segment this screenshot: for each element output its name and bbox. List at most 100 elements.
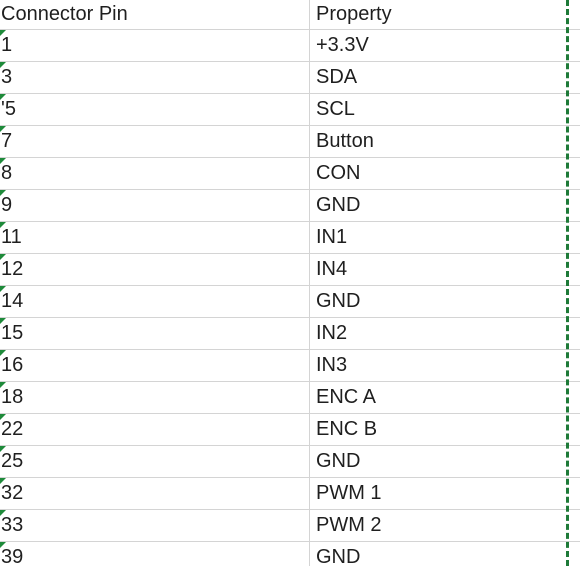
cell-connector-pin[interactable]: 12 [0, 254, 310, 285]
number-as-text-error-indicator[interactable] [0, 318, 6, 324]
empty-cell[interactable] [568, 158, 580, 189]
empty-cell[interactable] [568, 318, 580, 349]
number-as-text-error-indicator[interactable] [0, 254, 6, 260]
empty-cell[interactable] [568, 0, 580, 29]
number-as-text-error-indicator[interactable] [0, 62, 6, 68]
cell-text: 11 [1, 226, 22, 248]
table-row: 22 ENC B [0, 414, 580, 446]
number-as-text-error-indicator[interactable] [0, 158, 6, 164]
table-row: 12 IN4 [0, 254, 580, 286]
cell-property[interactable]: GND [310, 286, 568, 317]
table-row: 8 CON [0, 158, 580, 190]
table-row: 14 GND [0, 286, 580, 318]
empty-cell[interactable] [568, 542, 580, 566]
cell-text: 16 [1, 354, 24, 376]
header-cell-property[interactable]: Property [310, 0, 568, 29]
empty-cell[interactable] [568, 446, 580, 477]
cell-property[interactable]: PWM 1 [310, 478, 568, 509]
empty-cell[interactable] [568, 190, 580, 221]
number-as-text-error-indicator[interactable] [0, 126, 6, 132]
cell-property[interactable]: GND [310, 542, 568, 566]
number-as-text-error-indicator[interactable] [0, 542, 6, 548]
cell-connector-pin[interactable]: 14 [0, 286, 310, 317]
cell-property[interactable]: ENC B [310, 414, 568, 445]
cell-text: 15 [1, 322, 24, 344]
cell-text: 25 [1, 450, 24, 472]
number-as-text-error-indicator[interactable] [0, 414, 6, 420]
number-as-text-error-indicator[interactable] [0, 190, 6, 196]
cell-text: 1 [1, 34, 13, 56]
table-row: 11 IN1 [0, 222, 580, 254]
empty-cell[interactable] [568, 350, 580, 381]
empty-cell[interactable] [568, 510, 580, 541]
cell-connector-pin[interactable]: 16 [0, 350, 310, 381]
table-row: 7 Button [0, 126, 580, 158]
cell-connector-pin[interactable]: 22 [0, 414, 310, 445]
cell-property[interactable]: PWM 2 [310, 510, 568, 541]
number-as-text-error-indicator[interactable] [0, 382, 6, 388]
cell-connector-pin[interactable]: 8 [0, 158, 310, 189]
cell-connector-pin[interactable]: 32 [0, 478, 310, 509]
cell-property[interactable]: ENC A [310, 382, 568, 413]
cell-property[interactable]: IN4 [310, 254, 568, 285]
cell-property[interactable]: SCL [310, 94, 568, 125]
empty-cell[interactable] [568, 222, 580, 253]
empty-cell[interactable] [568, 286, 580, 317]
empty-cell[interactable] [568, 414, 580, 445]
empty-cell[interactable] [568, 478, 580, 509]
table-row: 9 GND [0, 190, 580, 222]
cell-connector-pin[interactable]: 7 [0, 126, 310, 157]
cell-text: 39 [1, 546, 24, 566]
cell-property[interactable]: SDA [310, 62, 568, 93]
table-row: 15 IN2 [0, 318, 580, 350]
table-row: 39 GND [0, 542, 580, 566]
empty-cell[interactable] [568, 94, 580, 125]
cell-property[interactable]: IN1 [310, 222, 568, 253]
cell-text: 22 [1, 418, 24, 440]
number-as-text-error-indicator[interactable] [0, 94, 6, 100]
table-row: 25 GND [0, 446, 580, 478]
cell-connector-pin[interactable]: 39 [0, 542, 310, 566]
cell-connector-pin[interactable]: 9 [0, 190, 310, 221]
table-row: 3 SDA [0, 62, 580, 94]
number-as-text-error-indicator[interactable] [0, 30, 6, 36]
empty-cell[interactable] [568, 382, 580, 413]
cell-text: 14 [1, 290, 24, 312]
cell-text: 7 [1, 130, 13, 152]
cell-connector-pin[interactable]: '5 [0, 94, 310, 125]
cell-property[interactable]: IN3 [310, 350, 568, 381]
cell-property[interactable]: GND [310, 446, 568, 477]
cell-property[interactable]: CON [310, 158, 568, 189]
cell-connector-pin[interactable]: 3 [0, 62, 310, 93]
cell-text: 8 [1, 162, 13, 184]
cell-property[interactable]: +3.3V [310, 30, 568, 61]
number-as-text-error-indicator[interactable] [0, 510, 6, 516]
number-as-text-error-indicator[interactable] [0, 286, 6, 292]
cell-connector-pin[interactable]: 18 [0, 382, 310, 413]
cell-connector-pin[interactable]: 25 [0, 446, 310, 477]
cell-connector-pin[interactable]: 33 [0, 510, 310, 541]
cell-text: 9 [1, 194, 13, 216]
number-as-text-error-indicator[interactable] [0, 222, 6, 228]
cell-text: 12 [1, 258, 24, 280]
cell-connector-pin[interactable]: 1 [0, 30, 310, 61]
table-row: 33 PWM 2 [0, 510, 580, 542]
number-as-text-error-indicator[interactable] [0, 446, 6, 452]
cell-connector-pin[interactable]: 11 [0, 222, 310, 253]
cell-property[interactable]: GND [310, 190, 568, 221]
cell-property[interactable]: IN2 [310, 318, 568, 349]
table-row: 1 +3.3V [0, 30, 580, 62]
empty-cell[interactable] [568, 30, 580, 61]
cell-connector-pin[interactable]: 15 [0, 318, 310, 349]
cell-property[interactable]: Button [310, 126, 568, 157]
empty-cell[interactable] [568, 126, 580, 157]
cell-text: 33 [1, 514, 24, 536]
spreadsheet: Connector Pin Property 1 +3.3V 3 SDA '5 SCL 7 B… [0, 0, 580, 566]
empty-cell[interactable] [568, 62, 580, 93]
number-as-text-error-indicator[interactable] [0, 350, 6, 356]
table-row: 16 IN3 [0, 350, 580, 382]
header-cell-connector-pin[interactable]: Connector Pin [0, 0, 310, 29]
empty-cell[interactable] [568, 254, 580, 285]
number-as-text-error-indicator[interactable] [0, 478, 6, 484]
cell-text: 3 [1, 66, 13, 88]
